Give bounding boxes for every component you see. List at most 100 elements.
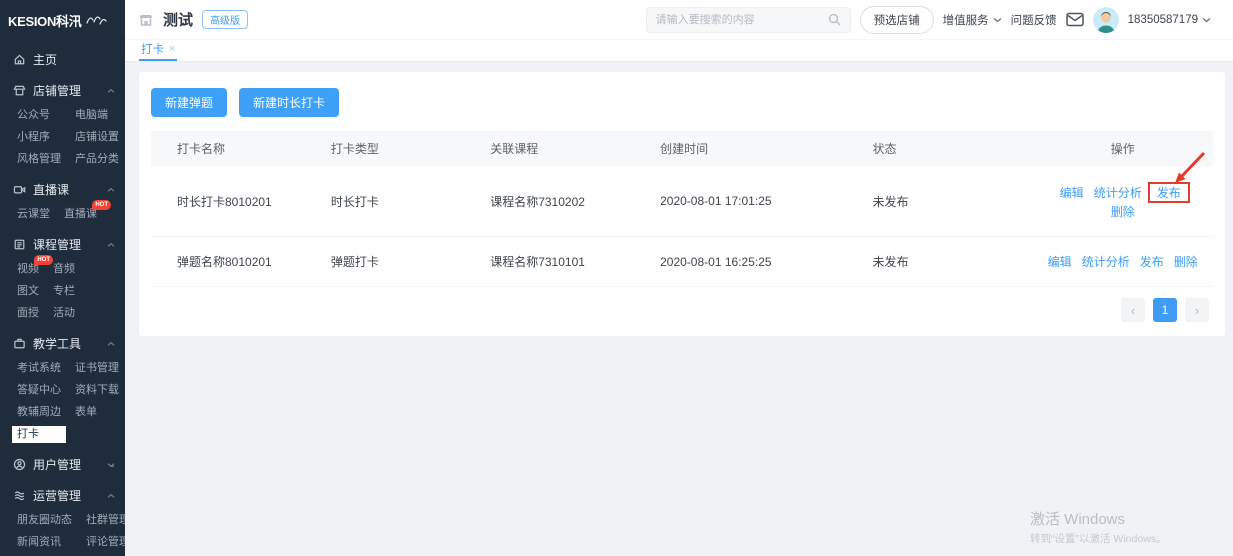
sidebar-item-label: 主页 [33, 51, 57, 68]
发布-link[interactable]: 发布 [1157, 186, 1181, 200]
cell-actions: 编辑统计分析发布删除 [1032, 237, 1213, 287]
chevron-up-icon [107, 493, 115, 499]
删除-link[interactable]: 删除 [1111, 205, 1135, 219]
cell-created: 2020-08-01 16:25:25 [650, 237, 862, 287]
user-menu[interactable]: 18350587179 [1128, 14, 1211, 26]
cell-actions: 编辑统计分析 发布删除 [1032, 166, 1213, 237]
sidebar-subitem-面授[interactable]: 面授 [17, 307, 39, 320]
chevron-up-icon [107, 88, 115, 94]
sidebar-item-教学工具[interactable]: 教学工具 [0, 328, 125, 359]
sidebar-submenu: 考试系统 证书管理答疑中心 资料下载教辅周边 表单打卡 [0, 359, 125, 449]
sidebar-subitem-音频[interactable]: 音频 [53, 263, 75, 276]
chevron-up-icon [107, 187, 115, 193]
sidebar-subitem-证书管理[interactable]: 证书管理 [75, 362, 119, 375]
sidebar-subitem-新闻资讯[interactable]: 新闻资讯 [17, 536, 72, 549]
发布-link[interactable]: 发布 [1140, 255, 1164, 269]
table-header-row: 打卡名称打卡类型关联课程创建时间状态操作 [151, 131, 1213, 166]
table-row: 弹题名称8010201弹题打卡课程名称73101012020-08-01 16:… [151, 237, 1213, 287]
sidebar-item-运营管理[interactable]: 运营管理 [0, 480, 125, 511]
avatar[interactable] [1093, 7, 1119, 33]
sidebar-subitem-教辅周边[interactable]: 教辅周边 [17, 406, 61, 419]
pagination-next-button[interactable]: › [1185, 298, 1209, 322]
编辑-link[interactable]: 编辑 [1048, 255, 1072, 269]
search-input[interactable] [656, 14, 822, 26]
sidebar-subitem-视频[interactable]: 视频HOT [17, 263, 39, 276]
sidebar-item-课程管理[interactable]: 课程管理 [0, 229, 125, 260]
search-icon [828, 13, 841, 26]
sidebar-item-label: 课程管理 [33, 236, 81, 253]
column-header-创建时间: 创建时间 [650, 131, 862, 166]
brand-logo[interactable]: KESION科汛 [0, 0, 125, 40]
sidebar-subitem-打卡[interactable]: 打卡 [12, 426, 66, 443]
chevron-up-icon [107, 341, 115, 347]
value-added-label: 增值服务 [943, 12, 989, 28]
统计分析-link[interactable]: 统计分析 [1082, 255, 1130, 269]
sidebar-subitem-社群管理[interactable]: 社群管理 [86, 514, 125, 527]
sidebar-subitem-云课堂[interactable]: 云课堂 [17, 208, 50, 221]
sidebar-menu: 主页店铺管理公众号 电脑端小程序 店铺设置风格管理 产品分类直播课云课堂 直播课HOT 课… [0, 40, 125, 556]
sidebar-subitem-资料下载[interactable]: 资料下载 [75, 384, 119, 397]
sidebar-subitem-直播课[interactable]: 直播课HOT [64, 208, 97, 221]
preview-store-button[interactable]: 预选店铺 [860, 6, 934, 34]
chevron-down-icon [993, 17, 1002, 23]
chevron-up-icon [107, 242, 115, 248]
sidebar-submenu: 云课堂 直播课HOT [0, 205, 125, 229]
sidebar-subitem-店铺设置[interactable]: 店铺设置 [75, 131, 119, 144]
chevron-down-icon [107, 462, 115, 468]
cell-created: 2020-08-01 17:01:25 [650, 166, 862, 237]
table-row: 时长打卡8010201时长打卡课程名称73102022020-08-01 17:… [151, 166, 1213, 237]
value-added-menu[interactable]: 增值服务 [943, 12, 1002, 28]
sidebar-subitem-图文[interactable]: 图文 [17, 285, 39, 298]
new-quiz-button[interactable]: 新建弹题 [151, 88, 227, 117]
sidebar-subitem-风格管理[interactable]: 风格管理 [17, 153, 61, 166]
sidebar-item-主页[interactable]: 主页 [0, 44, 125, 75]
chevron-down-icon [1202, 17, 1211, 23]
plan-badge: 高级版 [202, 10, 248, 29]
sidebar-subitem-活动[interactable]: 活动 [53, 307, 75, 320]
sidebar-item-店铺管理[interactable]: 店铺管理 [0, 75, 125, 106]
mail-icon[interactable] [1066, 12, 1084, 27]
sidebar-subitem-电脑端[interactable]: 电脑端 [75, 109, 119, 122]
编辑-link[interactable]: 编辑 [1060, 186, 1084, 200]
toolbar: 新建弹题 新建时长打卡 [151, 88, 1213, 117]
cell-name: 时长打卡8010201 [151, 166, 321, 237]
sidebar-item-label: 运营管理 [33, 487, 81, 504]
operations-icon [13, 489, 26, 502]
sidebar-subitem-专栏[interactable]: 专栏 [53, 285, 75, 298]
column-header-操作: 操作 [1032, 131, 1213, 166]
teaching-tools-icon [13, 337, 26, 350]
sidebar-subitem-朋友圈动态[interactable]: 朋友圈动态 [17, 514, 72, 527]
sidebar-item-用户管理[interactable]: 用户管理 [0, 449, 125, 480]
main-column: 测试 高级版 预选店铺 增值服务 问题反馈 18 [125, 0, 1233, 556]
cell-name: 弹题名称8010201 [151, 237, 321, 287]
sidebar-subitem-答疑中心[interactable]: 答疑中心 [17, 384, 61, 397]
cell-type: 时长打卡 [321, 166, 480, 237]
brand-logo-text: KESION科汛 [8, 11, 81, 30]
sidebar-subitem-考试系统[interactable]: 考试系统 [17, 362, 61, 375]
统计分析-link[interactable]: 统计分析 [1094, 186, 1142, 200]
sidebar-subitem-公众号[interactable]: 公众号 [17, 109, 61, 122]
feedback-link[interactable]: 问题反馈 [1011, 12, 1057, 28]
sidebar-subitem-表单[interactable]: 表单 [75, 406, 119, 419]
tabbar: 打卡 × [125, 40, 1233, 62]
sidebar-submenu: 朋友圈动态社群管理新闻资讯评论管理公告管理 [0, 511, 125, 556]
column-header-打卡类型: 打卡类型 [321, 131, 480, 166]
cell-course: 课程名称7310101 [480, 237, 650, 287]
sidebar: KESION科汛 主页店铺管理公众号 电脑端小程序 店铺设置风格管理 产品分类直播课云… [0, 0, 125, 556]
sidebar-subitem-小程序[interactable]: 小程序 [17, 131, 61, 144]
home-icon [13, 53, 26, 66]
course-icon [13, 238, 26, 251]
sidebar-subitem-评论管理[interactable]: 评论管理 [86, 536, 125, 549]
app-window: KESION科汛 主页店铺管理公众号 电脑端小程序 店铺设置风格管理 产品分类直播课云… [0, 0, 1233, 556]
cell-status: 未发布 [863, 166, 1033, 237]
删除-link[interactable]: 删除 [1174, 255, 1198, 269]
sidebar-item-label: 直播课 [33, 181, 69, 198]
sidebar-subitem-产品分类[interactable]: 产品分类 [75, 153, 119, 166]
column-header-状态: 状态 [863, 131, 1033, 166]
new-duration-button[interactable]: 新建时长打卡 [239, 88, 339, 117]
tab-daka[interactable]: 打卡 × [139, 40, 177, 61]
pagination-page-1[interactable]: 1 [1153, 298, 1177, 322]
tab-close-icon[interactable]: × [169, 43, 175, 55]
pagination-prev-button[interactable]: ‹ [1121, 298, 1145, 322]
store-title: 测试 [163, 9, 193, 30]
